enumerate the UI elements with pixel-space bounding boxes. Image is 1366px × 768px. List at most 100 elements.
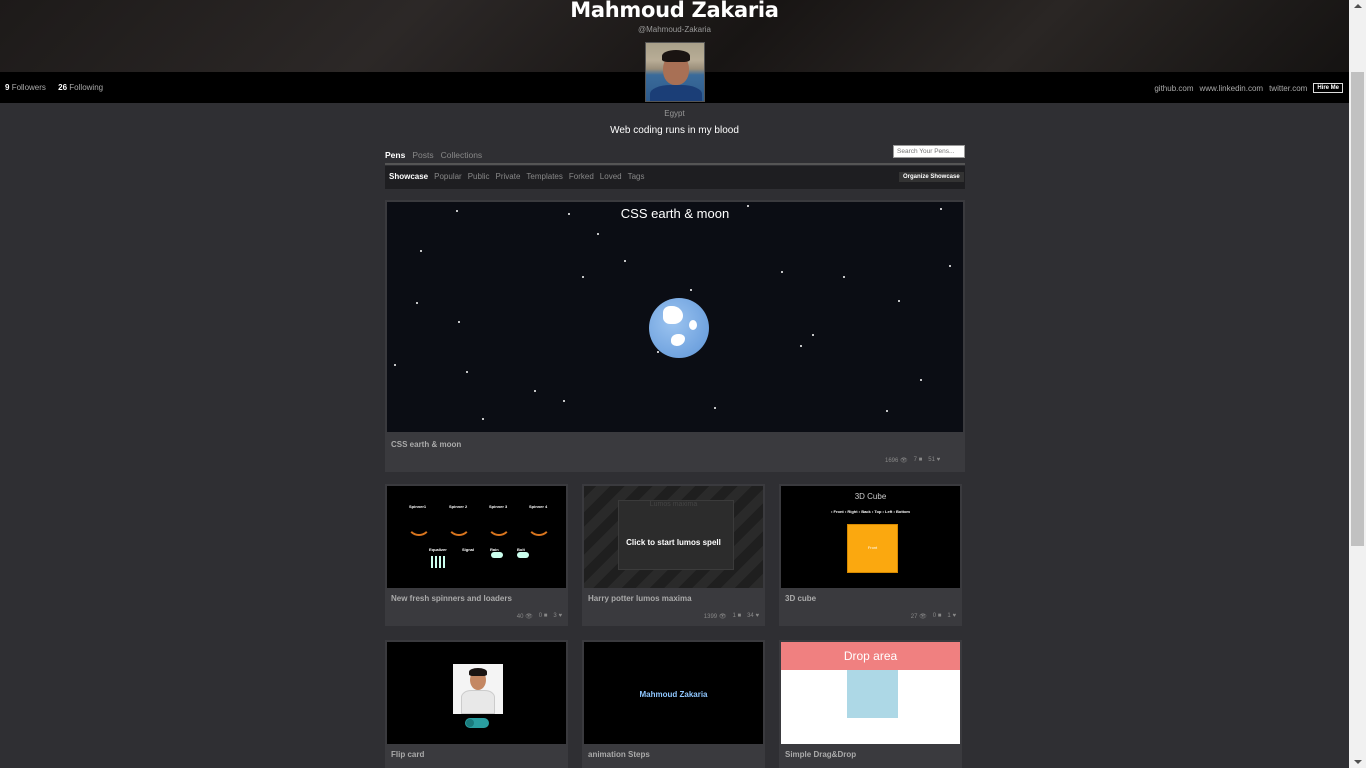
star: [597, 233, 599, 235]
star: [690, 289, 692, 291]
follow-counts: 9 Followers 26 Following: [5, 83, 113, 92]
star: [582, 276, 584, 278]
tab-collections[interactable]: Collections: [441, 150, 483, 160]
github-link[interactable]: github.com: [1154, 84, 1193, 93]
star: [747, 205, 749, 207]
star: [416, 302, 418, 304]
pen-preview[interactable]: Spinner1 Spinner 2 Spinner 3 Spinner 4 E…: [387, 486, 566, 588]
pen-card[interactable]: Spinner1 Spinner 2 Spinner 3 Spinner 4 E…: [385, 484, 568, 626]
featured-stats: 1696 👁 7 ■ 51 ♥: [885, 457, 940, 464]
tab-pens[interactable]: Pens: [385, 150, 405, 160]
filter-tags[interactable]: Tags: [628, 172, 645, 181]
pen-preview[interactable]: [387, 642, 566, 744]
profile-location: Egypt: [664, 109, 685, 118]
profile-name: Mahmoud Zakaria: [570, 0, 779, 22]
scroll-down-arrow[interactable]: [1354, 760, 1362, 764]
comments-count: 7 ■: [913, 457, 923, 463]
pen-title[interactable]: Simple Drag&Drop: [785, 750, 856, 759]
profile-handle[interactable]: @Mahmoud-Zakaria: [0, 25, 1349, 34]
star: [466, 371, 468, 373]
filter-forked[interactable]: Forked: [569, 172, 594, 181]
star: [420, 250, 422, 252]
pen-title[interactable]: CSS earth & moon: [391, 440, 461, 449]
pen-title[interactable]: Flip card: [391, 750, 424, 759]
star: [657, 351, 659, 353]
heart-icon: ♥: [755, 613, 759, 619]
pen-card[interactable]: Lumos maxima Click to start lumos spell …: [582, 484, 765, 626]
pen-preview[interactable]: Mahmoud Zakaria: [584, 642, 763, 744]
pen-title[interactable]: 3D cube: [785, 594, 816, 603]
flip-card-photo: [453, 664, 503, 714]
flip-toggle: [465, 718, 489, 728]
scrollbar-thumb[interactable]: [1351, 72, 1364, 546]
heart-icon: ♥: [558, 613, 562, 619]
profile-links: github.com www.linkedin.com twitter.com …: [1154, 83, 1343, 93]
filter-popular[interactable]: Popular: [434, 172, 462, 181]
drag-box: [847, 670, 898, 718]
pen-stats: 27 👁 0 ■ 1 ♥: [910, 613, 956, 620]
heart-icon: ♥: [952, 613, 956, 619]
organize-showcase-button[interactable]: Organize Showcase: [899, 172, 964, 182]
filter-showcase[interactable]: Showcase: [389, 172, 428, 181]
pen-stats: 40 👁 0 ■ 3 ♥: [516, 613, 562, 620]
star: [898, 300, 900, 302]
pen-filters: Showcase Popular Public Private Template…: [389, 172, 645, 181]
star: [886, 410, 888, 412]
star: [940, 208, 942, 210]
hire-me-button[interactable]: Hire Me: [1313, 83, 1343, 93]
filter-public[interactable]: Public: [468, 172, 490, 181]
heart-icon: ♥: [936, 457, 941, 463]
eye-icon: 👁: [900, 458, 908, 464]
earth-illustration: [649, 298, 709, 358]
profile-bio: Web coding runs in my blood: [610, 125, 739, 136]
drop-area: Drop area: [781, 642, 960, 670]
pen-preview[interactable]: Drop area: [781, 642, 960, 744]
twitter-link[interactable]: twitter.com: [1269, 84, 1307, 93]
star: [920, 379, 922, 381]
filter-templates[interactable]: Templates: [526, 172, 562, 181]
eye-icon: 👁: [718, 614, 727, 620]
scroll-up-arrow[interactable]: [1354, 4, 1362, 8]
search-pens-input[interactable]: [893, 145, 965, 158]
cube-illustration: Front: [847, 524, 898, 573]
views-count: 1696 👁: [885, 458, 908, 464]
content-tabs: Pens Posts Collections: [385, 150, 482, 160]
pen-preview[interactable]: Lumos maxima Click to start lumos spell: [584, 486, 763, 588]
star: [568, 213, 570, 215]
featured-preview-heading: CSS earth & moon: [620, 206, 730, 221]
star: [458, 321, 460, 323]
pen-card[interactable]: Mahmoud Zakaria animation Steps: [582, 640, 765, 768]
linkedin-link[interactable]: www.linkedin.com: [1200, 84, 1264, 93]
comment-icon: ■: [937, 613, 942, 619]
eye-icon: 👁: [525, 614, 533, 620]
pen-title[interactable]: Harry potter lumos maxima: [588, 594, 692, 603]
following-link[interactable]: 26 Following: [58, 83, 108, 92]
star: [714, 407, 716, 409]
filter-loved[interactable]: Loved: [600, 172, 622, 181]
comment-icon: ■: [918, 457, 923, 463]
star: [394, 364, 396, 366]
tabs-divider: [385, 163, 965, 165]
followers-link[interactable]: 9 Followers: [5, 83, 51, 92]
pen-card[interactable]: 3D Cube • Front • Right • Back • Top • L…: [779, 484, 962, 626]
star: [949, 265, 951, 267]
pen-card[interactable]: Drop area Simple Drag&Drop: [779, 640, 962, 768]
avatar: [645, 42, 705, 102]
filter-private[interactable]: Private: [496, 172, 521, 181]
star: [534, 390, 536, 392]
star: [482, 418, 484, 420]
star: [456, 210, 458, 212]
star: [563, 400, 565, 402]
pen-title[interactable]: animation Steps: [588, 750, 650, 759]
loves-count: 51 ♥: [928, 457, 941, 463]
star: [812, 334, 814, 336]
pen-card[interactable]: Flip card: [385, 640, 568, 768]
comment-icon: ■: [543, 613, 548, 619]
tab-posts[interactable]: Posts: [412, 150, 433, 160]
eye-icon: 👁: [919, 614, 927, 620]
star: [781, 271, 783, 273]
pen-preview[interactable]: 3D Cube • Front • Right • Back • Top • L…: [781, 486, 960, 588]
star: [843, 276, 845, 278]
star: [800, 345, 802, 347]
pen-title[interactable]: New fresh spinners and loaders: [391, 594, 512, 603]
